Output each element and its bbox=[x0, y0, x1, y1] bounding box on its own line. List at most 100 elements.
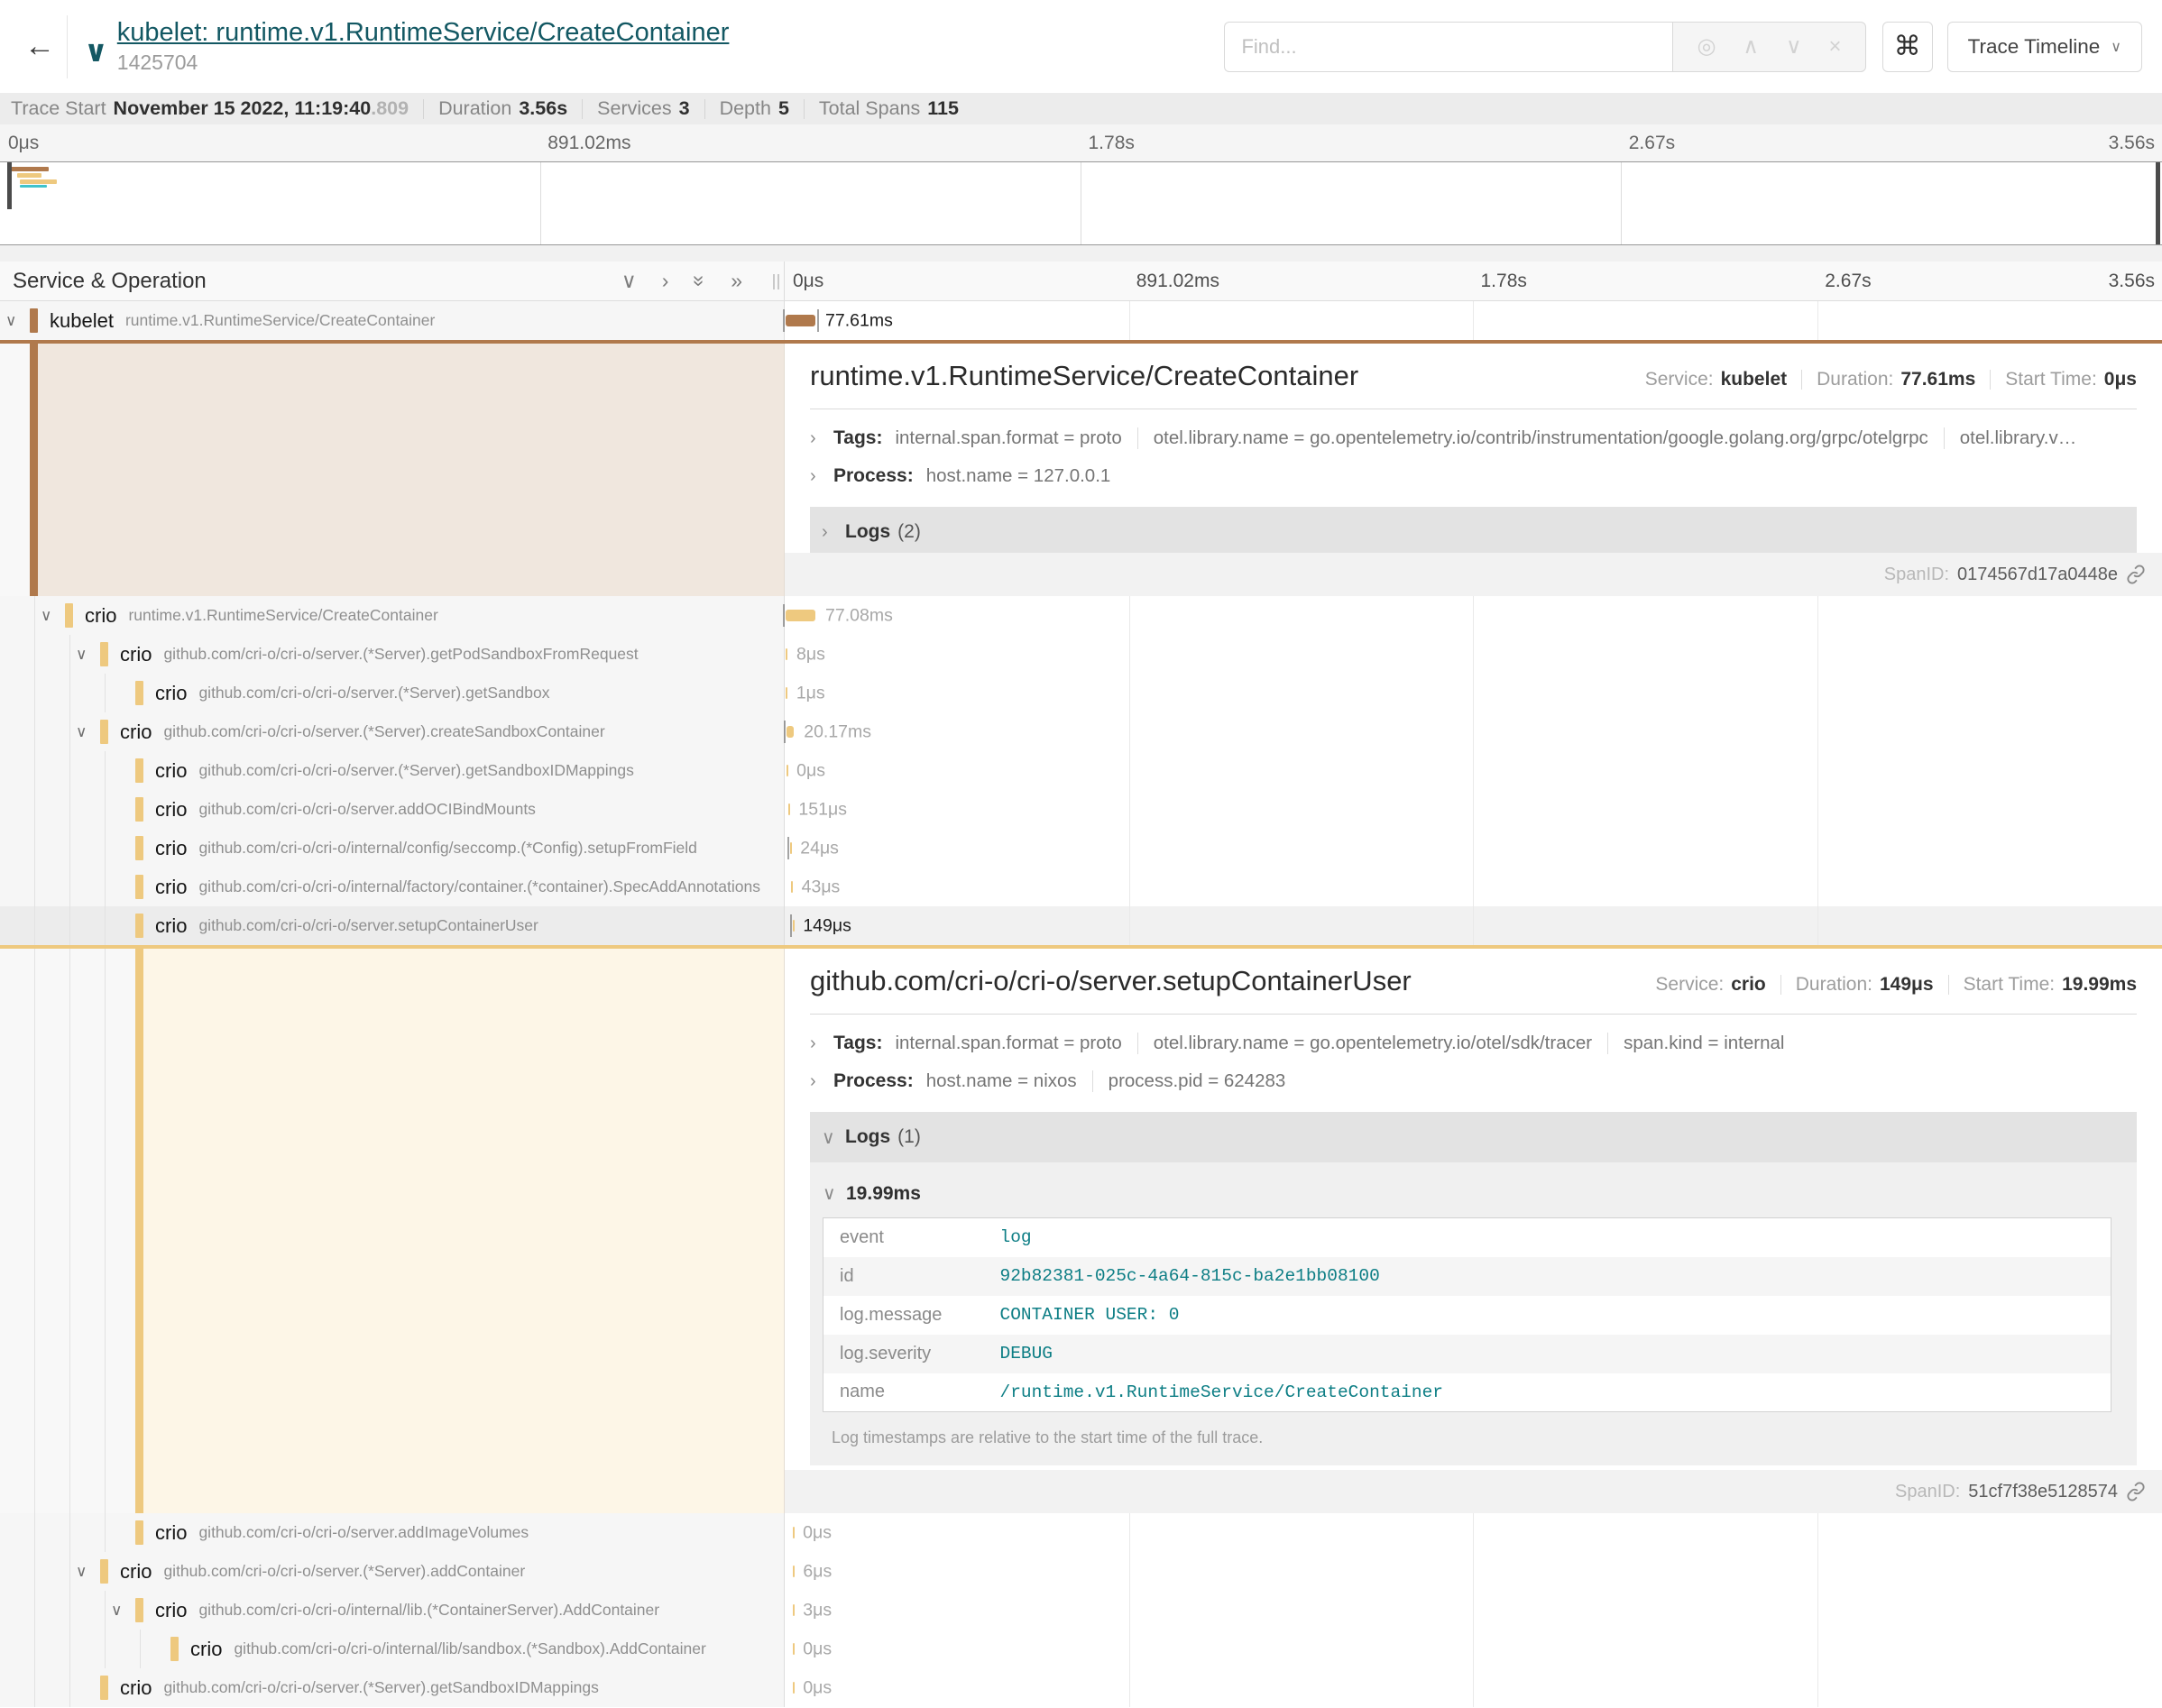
span-duration-bar[interactable] bbox=[787, 726, 795, 738]
header-divider bbox=[67, 15, 68, 78]
operation-name: github.com/cri-o/cri-o/server.(*Server).… bbox=[163, 1562, 525, 1581]
log-field-value: DEBUG bbox=[1000, 1335, 2111, 1373]
back-button[interactable]: ← bbox=[20, 29, 60, 64]
find-input[interactable] bbox=[1224, 22, 1672, 72]
span-row[interactable]: ∨criogithub.com/cri-o/cri-o/server.(*Ser… bbox=[0, 635, 2162, 674]
operation-name: github.com/cri-o/cri-o/server.setupConta… bbox=[198, 916, 538, 935]
span-detail-title: runtime.v1.RuntimeService/CreateContaine… bbox=[810, 360, 1358, 392]
logs-body: ∨ 19.99ms eventlogid92b82381-025c-4a64-8… bbox=[810, 1162, 2137, 1465]
trace-title-link[interactable]: kubelet: runtime.v1.RuntimeService/Creat… bbox=[117, 18, 730, 48]
span-duration-bar[interactable] bbox=[793, 1682, 795, 1694]
clear-search-icon[interactable]: × bbox=[1829, 34, 1842, 60]
logs-label: Logs bbox=[845, 1126, 890, 1148]
service-operation-header: Service & Operation ∨ › » » bbox=[0, 262, 785, 300]
span-row[interactable]: ∨kubeletruntime.v1.RuntimeService/Create… bbox=[0, 301, 2162, 340]
collapse-one-icon[interactable]: ∨ bbox=[621, 269, 637, 293]
copy-link-icon[interactable] bbox=[2126, 1482, 2146, 1501]
tick-label: 891.02ms bbox=[1136, 271, 1219, 292]
total-spans-value: 115 bbox=[927, 97, 959, 120]
keyboard-shortcuts-button[interactable]: ⌘ bbox=[1882, 22, 1933, 72]
trace-title-block: kubelet: runtime.v1.RuntimeService/Creat… bbox=[117, 18, 730, 75]
log-field-value: /runtime.v1.RuntimeService/CreateContain… bbox=[1000, 1373, 2111, 1412]
span-row[interactable]: criogithub.com/cri-o/cri-o/server.setupC… bbox=[0, 906, 2162, 945]
service-label: Service: bbox=[1645, 369, 1714, 390]
process-row[interactable]: › Process: host.name = nixosprocess.pid … bbox=[810, 1070, 2137, 1092]
span-duration-bar[interactable] bbox=[787, 765, 788, 776]
span-duration-label: 1μs bbox=[796, 683, 825, 703]
logs-toggle[interactable]: › Logs (2) bbox=[810, 507, 2137, 553]
logs-count: (2) bbox=[897, 521, 921, 543]
operation-name: runtime.v1.RuntimeService/CreateContaine… bbox=[128, 606, 437, 625]
timeline-tick-labels: 0μs891.02ms1.78s2.67s3.56s bbox=[785, 262, 2162, 300]
span-row[interactable]: criogithub.com/cri-o/cri-o/server.(*Serv… bbox=[0, 751, 2162, 790]
service-name: crio bbox=[155, 876, 187, 899]
next-result-icon[interactable]: ∨ bbox=[1786, 33, 1802, 60]
detail-left-gutter bbox=[0, 949, 785, 1513]
copy-link-icon[interactable] bbox=[2126, 565, 2146, 584]
collapse-all-icon[interactable]: » bbox=[687, 275, 712, 287]
collapse-trace-chevron-icon[interactable]: ∨ bbox=[84, 33, 108, 69]
locate-icon[interactable]: ◎ bbox=[1697, 33, 1716, 60]
duration-label: Duration bbox=[438, 97, 511, 120]
expand-all-icon[interactable]: » bbox=[731, 269, 742, 293]
expand-one-icon[interactable]: › bbox=[662, 269, 669, 293]
span-row[interactable]: ∨criogithub.com/cri-o/cri-o/server.(*Ser… bbox=[0, 712, 2162, 751]
span-row[interactable]: criogithub.com/cri-o/cri-o/server.addOCI… bbox=[0, 790, 2162, 829]
tag-item: process.pid = 624283 bbox=[1092, 1070, 1286, 1092]
trace-start-label: Trace Start bbox=[11, 97, 106, 120]
log-fields-table: eventlogid92b82381-025c-4a64-815c-ba2e1b… bbox=[823, 1217, 2111, 1412]
span-duration-bar[interactable] bbox=[788, 803, 790, 815]
span-row[interactable]: criogithub.com/cri-o/cri-o/internal/lib/… bbox=[0, 1630, 2162, 1668]
process-label: Process: bbox=[833, 465, 914, 487]
span-row[interactable]: criogithub.com/cri-o/cri-o/internal/fact… bbox=[0, 868, 2162, 906]
start-time-label: Start Time: bbox=[1964, 974, 2056, 996]
span-duration-bar[interactable] bbox=[793, 1566, 795, 1577]
span-row[interactable]: criogithub.com/cri-o/cri-o/server.(*Serv… bbox=[0, 1668, 2162, 1707]
span-duration-bar[interactable] bbox=[793, 920, 795, 932]
span-duration-bar[interactable] bbox=[793, 1643, 795, 1655]
tick-label: 1.78s bbox=[1089, 133, 1135, 154]
span-color-bar bbox=[30, 344, 38, 596]
minimap-right-handle[interactable] bbox=[2156, 162, 2160, 244]
operation-name: github.com/cri-o/cri-o/internal/lib.(*Co… bbox=[198, 1601, 659, 1620]
span-duration-bar[interactable] bbox=[791, 881, 793, 893]
span-row[interactable]: ∨criogithub.com/cri-o/cri-o/server.(*Ser… bbox=[0, 1552, 2162, 1591]
span-duration-label: 0μs bbox=[803, 1677, 832, 1698]
span-detail-card: github.com/cri-o/cri-o/server.setupConta… bbox=[785, 949, 2162, 1470]
span-duration-bar[interactable] bbox=[793, 1527, 795, 1538]
process-row[interactable]: › Process: host.name = 127.0.0.1 bbox=[810, 465, 2137, 487]
service-name: crio bbox=[155, 837, 187, 860]
span-duration-bar[interactable] bbox=[786, 610, 815, 621]
tag-item: internal.span.format = proto bbox=[895, 1033, 1121, 1054]
prev-result-icon[interactable]: ∧ bbox=[1743, 33, 1759, 60]
process-label: Process: bbox=[833, 1070, 914, 1092]
span-duration-bar[interactable] bbox=[790, 842, 792, 854]
span-row[interactable]: ∨crioruntime.v1.RuntimeService/CreateCon… bbox=[0, 596, 2162, 635]
duration-value: 77.61ms bbox=[1900, 369, 1975, 390]
minimap-span-bar bbox=[20, 185, 47, 188]
span-row[interactable]: criogithub.com/cri-o/cri-o/server.addIma… bbox=[0, 1513, 2162, 1552]
operation-name: runtime.v1.RuntimeService/CreateContaine… bbox=[125, 311, 435, 330]
tags-row[interactable]: › Tags: internal.span.format = protootel… bbox=[810, 1033, 2137, 1054]
logs-count: (1) bbox=[897, 1126, 921, 1148]
span-duration-bar[interactable] bbox=[786, 687, 787, 699]
span-duration-bar[interactable] bbox=[793, 1604, 795, 1616]
log-field-key: log.message bbox=[823, 1296, 1000, 1335]
minimap-canvas[interactable] bbox=[0, 161, 2162, 245]
span-row[interactable]: criogithub.com/cri-o/cri-o/internal/conf… bbox=[0, 829, 2162, 868]
span-duration-bar[interactable] bbox=[786, 648, 787, 660]
log-entry-toggle[interactable]: ∨ 19.99ms bbox=[823, 1182, 2124, 1205]
column-resize-handle[interactable] bbox=[773, 274, 779, 289]
span-color-bar bbox=[135, 949, 143, 1513]
span-row[interactable]: ∨criogithub.com/cri-o/cri-o/internal/lib… bbox=[0, 1591, 2162, 1630]
trace-view-dropdown[interactable]: Trace Timeline ∨ bbox=[1947, 22, 2142, 72]
minimap-left-handle[interactable] bbox=[7, 162, 12, 209]
tags-label: Tags: bbox=[833, 427, 882, 449]
tags-row[interactable]: › Tags: internal.span.format = protootel… bbox=[810, 427, 2137, 449]
span-duration-bar[interactable] bbox=[786, 315, 815, 326]
spanid-label: SpanID: bbox=[1895, 1482, 1960, 1502]
logs-toggle[interactable]: ∨ Logs (1) bbox=[810, 1112, 2137, 1162]
span-duration-label: 3μs bbox=[803, 1600, 832, 1621]
log-timestamps-note: Log timestamps are relative to the start… bbox=[823, 1412, 2124, 1465]
span-row[interactable]: criogithub.com/cri-o/cri-o/server.(*Serv… bbox=[0, 674, 2162, 712]
